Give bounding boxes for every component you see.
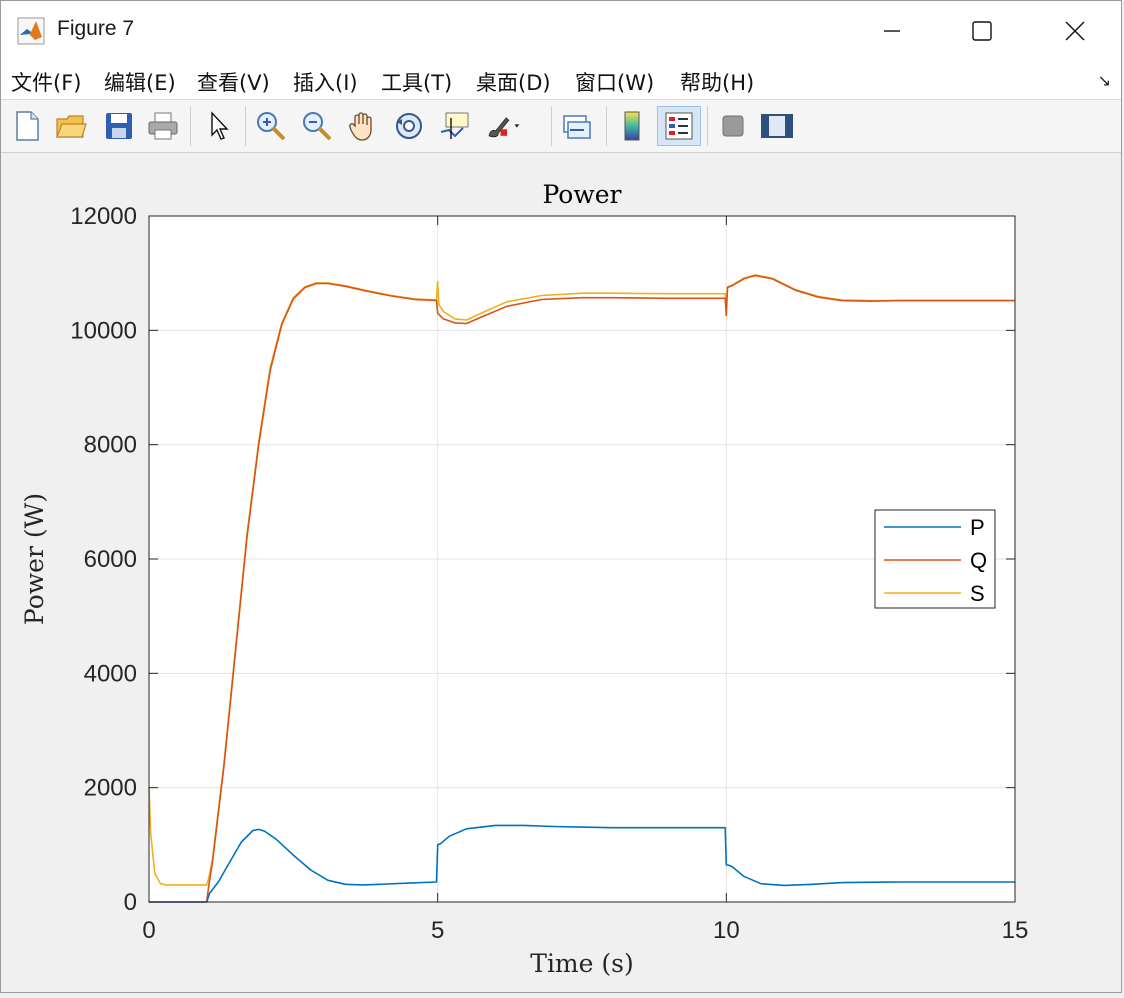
open-button[interactable]	[53, 106, 89, 146]
save-icon	[106, 113, 132, 139]
pointer-button[interactable]	[201, 106, 237, 146]
figure-window: Figure 7 文件(F) 编辑(E) 查看(V) 插入(I) 工具(T) 桌…	[0, 0, 1122, 993]
link-icon	[563, 115, 591, 139]
power-chart[interactable]: 0 5 10 15 0 2000 4000 6000 8000 10000 12000 Power …	[1, 153, 1123, 994]
legend[interactable]: PQS	[874, 509, 996, 609]
open-icon	[56, 115, 87, 138]
zoom-out-icon	[303, 112, 332, 141]
rotate-3d-button[interactable]	[391, 106, 427, 146]
show-plot-tools-button[interactable]	[759, 106, 795, 146]
menu-bar: 文件(F) 编辑(E) 查看(V) 插入(I) 工具(T) 桌面(D) 窗口(W…	[1, 61, 1121, 100]
hide-plot-tools-button[interactable]	[715, 106, 751, 146]
y-tick-label: 12000	[70, 203, 137, 230]
new-figure-button[interactable]	[9, 106, 45, 146]
legend-button[interactable]	[657, 106, 701, 146]
pointer-icon	[211, 111, 229, 140]
menu-insert[interactable]: 插入(I)	[293, 67, 358, 97]
y-tick-label: 0	[124, 889, 137, 916]
menu-tools[interactable]: 工具(T)	[381, 67, 452, 97]
maximize-button[interactable]	[959, 9, 1005, 53]
maximize-icon	[972, 21, 992, 41]
hide-plot-tools-icon	[722, 115, 744, 137]
x-tick-label: 10	[713, 917, 740, 944]
save-button[interactable]	[101, 106, 137, 146]
brush-button[interactable]	[485, 106, 521, 146]
menu-help[interactable]: 帮助(H)	[680, 67, 754, 97]
close-button[interactable]	[1052, 9, 1098, 53]
rotate-3d-icon	[396, 113, 422, 139]
menu-desktop[interactable]: 桌面(D)	[476, 67, 551, 97]
window-title: Figure 7	[57, 17, 135, 40]
figure-canvas: 0 5 10 15 0 2000 4000 6000 8000 10000 12000 Power …	[1, 153, 1123, 994]
colorbar-icon	[624, 111, 640, 141]
minimize-icon	[884, 30, 900, 32]
y-tick-label: 2000	[84, 775, 137, 802]
brush-icon	[488, 117, 520, 138]
zoom-out-button[interactable]	[299, 106, 335, 146]
y-tick-label: 4000	[84, 660, 137, 687]
x-tick-label: 5	[431, 917, 444, 944]
x-tick-label: 15	[1002, 917, 1029, 944]
legend-label-q: Q	[970, 548, 987, 573]
colorbar-button[interactable]	[614, 106, 650, 146]
menu-edit[interactable]: 编辑(E)	[104, 67, 176, 97]
title-bar: Figure 7	[1, 1, 1121, 61]
expand-toolstrip-icon[interactable]: ↘	[1098, 71, 1111, 90]
menu-view[interactable]: 查看(V)	[197, 67, 270, 97]
data-cursor-icon	[440, 112, 469, 139]
print-button[interactable]	[145, 106, 181, 146]
x-tick-label: 0	[142, 917, 155, 944]
zoom-in-button[interactable]	[253, 106, 289, 146]
menu-window[interactable]: 窗口(W)	[575, 67, 654, 97]
x-axis-label: Time (s)	[530, 949, 633, 978]
legend-label-p: P	[970, 515, 985, 540]
minimize-button[interactable]	[869, 9, 915, 53]
matlab-logo-icon	[17, 17, 45, 45]
close-icon	[1065, 21, 1085, 41]
new-figure-icon	[16, 111, 39, 141]
data-cursor-button[interactable]	[437, 106, 473, 146]
link-button[interactable]	[559, 106, 595, 146]
legend-label-s: S	[970, 581, 985, 606]
show-plot-tools-icon	[761, 114, 793, 138]
y-tick-label: 10000	[70, 317, 137, 344]
chart-title: Power	[542, 180, 621, 209]
y-axis-label: Power (W)	[20, 493, 49, 625]
pan-button[interactable]	[345, 106, 381, 146]
legend-icon	[665, 112, 693, 140]
y-tick-label: 8000	[84, 432, 137, 459]
zoom-in-icon	[257, 112, 286, 141]
y-tick-label: 6000	[84, 546, 137, 573]
figure-toolbar	[1, 100, 1121, 153]
pan-icon	[349, 112, 372, 141]
print-icon	[148, 112, 178, 140]
menu-file[interactable]: 文件(F)	[11, 67, 81, 97]
